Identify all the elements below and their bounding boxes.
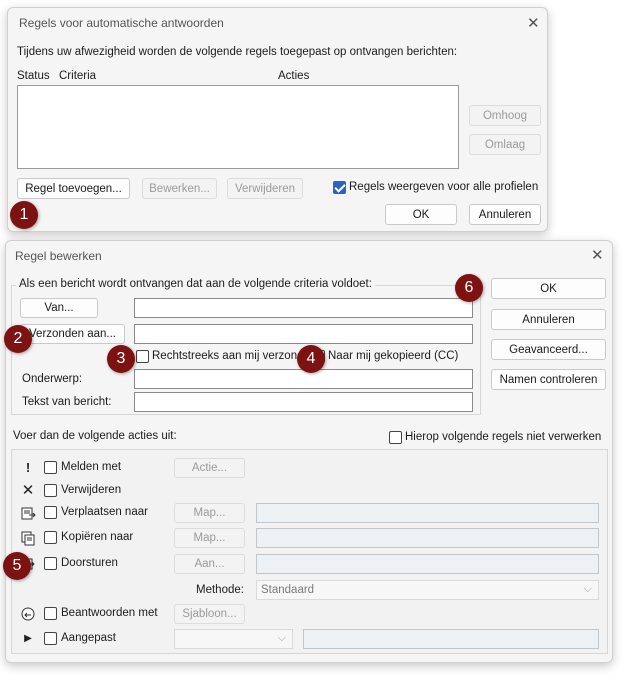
actions-heading: Voer dan de volgende acties uit:: [13, 430, 177, 442]
column-header-actions[interactable]: Acties: [278, 70, 309, 82]
copy-to-folder-icon: [20, 530, 36, 546]
reply-icon: [20, 606, 36, 622]
edit-rule-button[interactable]: Bewerken...: [142, 178, 217, 199]
rules-description: Tijdens uw afwezigheid worden de volgend…: [17, 46, 458, 58]
dialog-title: Regel bewerken: [15, 249, 102, 263]
copy-folder-button[interactable]: Map...: [174, 528, 245, 548]
cancel-button[interactable]: Annuleren: [491, 309, 606, 330]
custom-input[interactable]: [303, 629, 599, 649]
custom-label: Aangepast: [61, 632, 116, 644]
sent-to-input[interactable]: [134, 324, 473, 344]
from-button[interactable]: Van...: [20, 298, 98, 318]
alert-label: Melden met: [61, 461, 122, 473]
method-select[interactable]: Standaard ⌵: [256, 580, 599, 600]
forward-label: Doorsturen: [61, 557, 118, 569]
stop-processing-label: Hierop volgende regels niet verwerken: [405, 431, 602, 443]
delete-x-icon: ✕: [21, 482, 35, 499]
subject-label: Onderwerp:: [22, 373, 83, 385]
add-rule-button[interactable]: Regel toevoegen...: [17, 178, 130, 199]
sent-directly-checkbox[interactable]: [136, 350, 149, 363]
method-label: Methode:: [196, 584, 244, 596]
chevron-down-icon: ⌵: [583, 583, 592, 595]
edit-rule-dialog: Regel bewerken ✕ Als een bericht wordt o…: [5, 240, 613, 663]
auto-reply-rules-dialog: Regels voor automatische antwoorden ✕ Ti…: [7, 7, 548, 232]
close-icon[interactable]: ✕: [527, 14, 540, 32]
callout-badge-4: 4: [297, 345, 325, 373]
action-button[interactable]: Actie...: [174, 458, 245, 478]
forward-to-input[interactable]: [256, 554, 599, 574]
rules-list[interactable]: [17, 85, 459, 169]
exclamation-icon: !: [25, 459, 31, 475]
delete-label: Verwijderen: [61, 484, 122, 496]
close-icon[interactable]: ✕: [591, 246, 604, 264]
actions-panel: [11, 449, 608, 654]
forward-checkbox[interactable]: [44, 557, 57, 570]
callout-badge-3: 3: [107, 345, 135, 373]
subject-input[interactable]: [134, 369, 473, 389]
chevron-down-icon: ⌵: [277, 632, 286, 644]
move-down-button[interactable]: Omlaag: [469, 134, 541, 155]
custom-checkbox[interactable]: [44, 632, 57, 645]
show-all-profiles-checkbox[interactable]: [333, 181, 346, 194]
method-value: Standaard: [261, 584, 315, 596]
stop-processing-checkbox[interactable]: [389, 431, 402, 444]
ok-button[interactable]: OK: [491, 278, 606, 299]
alert-checkbox[interactable]: [44, 461, 57, 474]
callout-badge-2: 2: [4, 325, 32, 353]
copy-label: Kopiëren naar: [61, 531, 134, 543]
criteria-heading: Als een bericht wordt ontvangen dat aan …: [16, 278, 375, 290]
column-header-status[interactable]: Status: [17, 70, 50, 82]
show-all-profiles-label: Regels weergeven voor alle profielen: [349, 181, 539, 193]
body-input[interactable]: [134, 392, 473, 412]
delete-rule-button[interactable]: Verwijderen: [227, 178, 303, 199]
sent-directly-label: Rechtstreeks aan mij verzonden: [152, 350, 300, 362]
custom-select[interactable]: ⌵: [174, 629, 293, 649]
template-button[interactable]: Sjabloon...: [174, 604, 245, 624]
advanced-button[interactable]: Geavanceerd...: [491, 339, 606, 360]
move-label: Verplaatsen naar: [61, 506, 148, 518]
reply-label: Beantwoorden met: [61, 607, 158, 619]
reply-checkbox[interactable]: [44, 607, 57, 620]
copy-checkbox[interactable]: [44, 531, 57, 544]
dialog-title: Regels voor automatische antwoorden: [19, 16, 224, 30]
play-arrow-icon: ▶: [24, 632, 32, 644]
column-header-criteria[interactable]: Criteria: [59, 70, 96, 82]
move-checkbox[interactable]: [44, 506, 57, 519]
ok-button[interactable]: OK: [385, 204, 457, 225]
callout-badge-1: 1: [10, 201, 38, 229]
callout-badge-6: 6: [455, 274, 483, 302]
body-label: Tekst van bericht:: [22, 396, 112, 408]
cc-to-me-label: Naar mij gekopieerd (CC): [328, 350, 459, 362]
check-names-button[interactable]: Namen controleren: [491, 369, 606, 390]
sent-to-button[interactable]: Verzonden aan...: [20, 324, 125, 344]
move-folder-input[interactable]: [256, 503, 599, 523]
move-up-button[interactable]: Omhoog: [469, 105, 541, 126]
forward-to-button[interactable]: Aan...: [174, 554, 245, 574]
delete-checkbox[interactable]: [44, 484, 57, 497]
move-to-folder-icon: [20, 505, 36, 521]
callout-badge-5: 5: [3, 552, 31, 580]
copy-folder-input[interactable]: [256, 528, 599, 548]
move-folder-button[interactable]: Map...: [174, 503, 245, 523]
from-input[interactable]: [134, 298, 473, 318]
cancel-button[interactable]: Annuleren: [469, 204, 541, 225]
